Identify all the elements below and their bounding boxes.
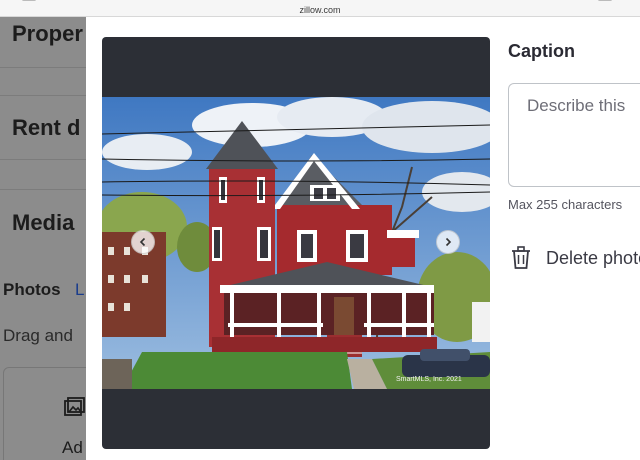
- next-photo-button[interactable]: [436, 230, 460, 254]
- caption-panel: Caption Max 255 characters Delete photo: [508, 17, 640, 460]
- chevron-left-icon: [139, 237, 146, 247]
- delete-photo-button[interactable]: Delete photo: [510, 246, 640, 270]
- trash-icon: [512, 246, 530, 269]
- section-heading-media: Media: [12, 210, 75, 235]
- background-page: Proper Rent d Media Photos L Drag and Ad: [0, 17, 86, 460]
- tab-indicator: [22, 0, 36, 1]
- divider: [0, 67, 86, 68]
- photo-edit-modal: SmartMLS, Inc. 2021 Caption Max 255 char…: [86, 17, 640, 460]
- add-photo-dropzone[interactable]: Ad: [3, 367, 86, 460]
- chevron-right-icon: [445, 237, 452, 247]
- caption-title: Caption: [508, 41, 575, 61]
- listing-photo: [102, 97, 490, 389]
- caption-field-frame: [508, 83, 640, 187]
- divider: [0, 159, 86, 160]
- delete-photo-label: Delete photo: [546, 247, 640, 268]
- photo-viewer: SmartMLS, Inc. 2021: [102, 37, 490, 449]
- caption-input[interactable]: [509, 84, 640, 186]
- add-photo-label: Ad: [62, 438, 83, 457]
- photo-watermark: SmartMLS, Inc. 2021: [396, 376, 462, 383]
- browser-address-bar[interactable]: zillow.com: [0, 0, 640, 17]
- section-heading-property: Proper: [12, 21, 83, 46]
- image-icon: [64, 397, 85, 416]
- previous-photo-button[interactable]: [131, 230, 155, 254]
- learn-more-link[interactable]: L: [75, 280, 84, 300]
- divider: [0, 189, 86, 190]
- divider: [0, 95, 86, 96]
- drag-instructions: Drag and: [3, 326, 73, 345]
- url-text: zillow.com: [299, 5, 341, 15]
- tab-indicator: [598, 0, 612, 1]
- caption-character-limit: Max 255 characters: [508, 197, 623, 212]
- photos-label: Photos: [3, 280, 61, 299]
- section-heading-rent: Rent d: [12, 115, 81, 140]
